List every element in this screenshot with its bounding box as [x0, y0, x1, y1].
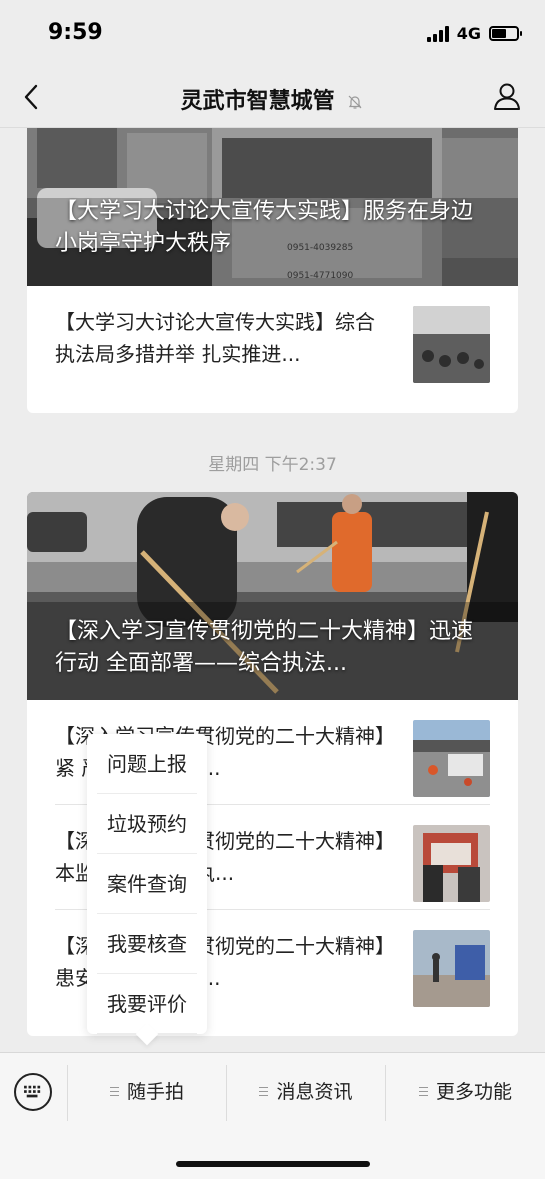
menu-lines-icon [259, 1087, 269, 1096]
article-hero[interactable]: 0951-4039285 0951-4771090 【大学习大讨论大宣传大实践】… [27, 128, 518, 286]
article-card: 0951-4039285 0951-4771090 【大学习大讨论大宣传大实践】… [27, 128, 518, 413]
network-type: 4G [456, 24, 481, 43]
article-thumbnail [413, 930, 490, 1007]
nav-bar: 灵武市智慧城管 [0, 68, 545, 128]
menu-item-case-query[interactable]: 案件查询 [97, 854, 197, 914]
account-name: 灵武市智慧城管 [180, 89, 335, 114]
signal-icon [426, 25, 449, 42]
status-bar: 9:59 4G [0, 0, 545, 68]
keyboard-icon[interactable] [14, 1073, 52, 1111]
menu-button-label: 随手拍 [126, 1081, 184, 1103]
article-thumbnail [413, 720, 490, 797]
page-title: 灵武市智慧城管 [0, 83, 545, 115]
submenu-popup: 问题上报 垃圾预约 案件查询 我要核查 我要评价 [87, 734, 207, 1046]
status-time: 9:59 [48, 20, 103, 45]
battery-icon [489, 26, 522, 41]
menu-button-news[interactable]: 消息资讯 [227, 1069, 385, 1115]
menu-item-verify[interactable]: 我要核查 [97, 914, 197, 974]
user-icon[interactable] [491, 80, 523, 112]
article-thumbnail [413, 306, 490, 383]
menu-lines-icon [109, 1087, 119, 1096]
article-list-item[interactable]: 【大学习大讨论大宣传大实践】综合执法局多措并举 扎实推进... [55, 286, 490, 391]
message-timestamp: 星期四 下午2:37 [208, 455, 337, 475]
home-indicator[interactable] [176, 1161, 370, 1167]
hero-title: 【大学习大讨论大宣传大实践】服务在身边 小岗亭守护大秩序 [55, 199, 474, 256]
menu-button-more[interactable]: 更多功能 [386, 1069, 545, 1115]
menu-button-label: 更多功能 [435, 1081, 512, 1103]
article-thumbnail [413, 825, 490, 902]
article-hero[interactable]: 【深入学习宣传贯彻党的二十大精神】迅速行动 全面部署——综合执法... [27, 492, 518, 700]
menu-item-report-issue[interactable]: 问题上报 [97, 734, 197, 794]
menu-lines-icon [418, 1087, 428, 1096]
article-title: 【大学习大讨论大宣传大实践】综合执法局多措并举 扎实推进... [55, 310, 375, 366]
menu-button-snapshot[interactable]: 随手拍 [68, 1069, 226, 1115]
bell-off-icon [348, 95, 362, 109]
bottom-menu-bar: 随手拍 消息资讯 更多功能 [0, 1052, 545, 1179]
status-icons: 4G [426, 24, 522, 43]
menu-item-garbage-booking[interactable]: 垃圾预约 [97, 794, 197, 854]
menu-button-label: 消息资讯 [276, 1081, 353, 1103]
hero-title: 【深入学习宣传贯彻党的二十大精神】迅速行动 全面部署——综合执法... [55, 619, 474, 676]
message-feed: 0951-4039285 0951-4771090 【大学习大讨论大宣传大实践】… [0, 128, 545, 1052]
